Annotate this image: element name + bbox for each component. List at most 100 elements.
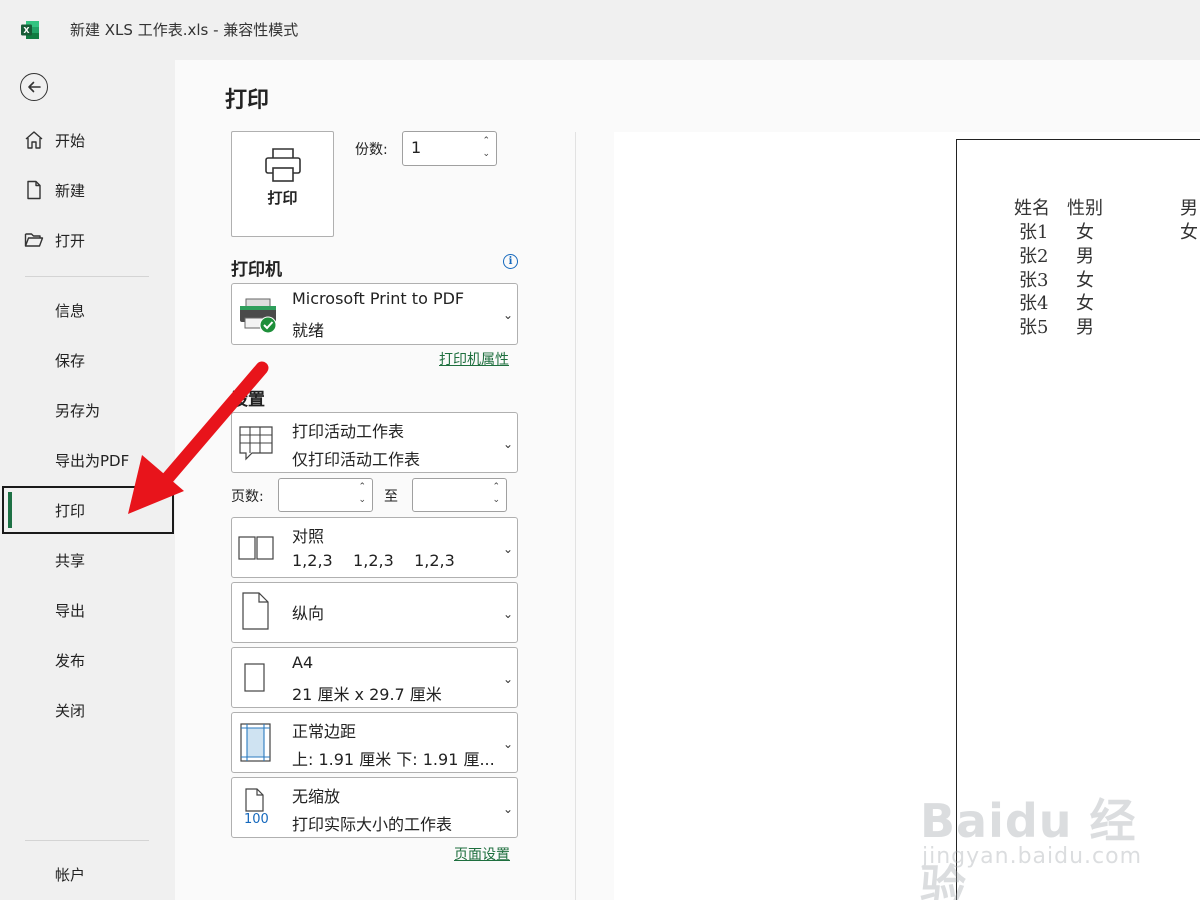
back-arrow-icon — [28, 81, 41, 93]
open-folder-icon — [24, 233, 44, 247]
copies-value: 1 — [411, 138, 422, 157]
nav-divider — [25, 840, 149, 841]
portrait-page-icon — [242, 592, 269, 630]
nav-item-share[interactable]: 共享 — [0, 540, 175, 580]
collate-icon — [238, 536, 274, 560]
nav-item-new[interactable]: 新建 — [0, 170, 175, 210]
printer-icon — [265, 148, 301, 182]
sheet-grid-icon — [239, 426, 273, 461]
excel-logo-icon: X — [21, 21, 39, 39]
paper-size-title: A4 — [292, 653, 314, 672]
margins-title: 正常边距 — [292, 722, 357, 741]
spin-up-icon[interactable]: ⌃ — [492, 483, 500, 492]
print-what-title: 打印活动工作表 — [292, 422, 405, 441]
home-icon — [25, 131, 43, 149]
nav-label: 帐户 — [55, 865, 86, 884]
printer-properties-link[interactable]: 打印机属性 — [439, 349, 509, 369]
print-what-subtitle: 仅打印活动工作表 — [292, 450, 421, 469]
nav-item-account[interactable]: 帐户 — [0, 854, 175, 894]
page-setup-link[interactable]: 页面设置 — [454, 844, 510, 864]
orientation-dropdown[interactable]: 纵向 ⌄ — [231, 582, 518, 643]
baidu-watermark: Baidu 经验 jingyan.baidu.com — [918, 770, 1148, 900]
preview-header-gender: 性别 — [1067, 198, 1103, 219]
window-title: 新建 XLS 工作表.xls - 兼容性模式 — [70, 21, 299, 39]
margins-subtitle: 上: 1.91 厘米 下: 1.91 厘... — [292, 750, 495, 769]
nav-label: 打印 — [55, 501, 86, 520]
margins-icon — [240, 723, 271, 762]
nav-item-save[interactable]: 保存 — [0, 340, 175, 380]
nav-label: 共享 — [55, 551, 86, 570]
print-button[interactable]: 打印 — [231, 131, 334, 237]
nav-label: 另存为 — [55, 401, 101, 420]
nav-label: 打开 — [55, 231, 86, 250]
chevron-down-icon: ⌄ — [502, 672, 513, 686]
nav-label: 开始 — [55, 131, 86, 150]
chevron-down-icon: ⌄ — [502, 308, 513, 322]
copies-label: 份数: — [355, 142, 388, 158]
nav-item-info[interactable]: 信息 — [0, 290, 175, 330]
pages-to-label: 至 — [384, 489, 398, 505]
new-file-icon — [27, 180, 41, 200]
chevron-down-icon: ⌄ — [502, 737, 513, 751]
spin-down-icon[interactable]: ⌄ — [358, 496, 366, 505]
nav-item-open[interactable]: 打开 — [0, 220, 175, 260]
printer-heading: 打印机 — [231, 260, 282, 280]
spin-down-icon[interactable]: ⌄ — [482, 150, 490, 159]
preview-cell-gender: 男 — [1076, 317, 1094, 338]
nav-label: 新建 — [55, 181, 86, 200]
nav-item-print[interactable]: 打印 — [2, 486, 174, 534]
watermark-brand: Baidu 经验 — [920, 794, 1137, 900]
nav-label: 关闭 — [55, 701, 86, 720]
spin-up-icon[interactable]: ⌃ — [482, 137, 490, 146]
scaling-subtitle: 打印实际大小的工作表 — [292, 815, 453, 834]
preview-cell-name: 张2 — [1019, 246, 1049, 267]
backstage-nav: 开始 新建 打开 信息 保存 另存为 导出为PDF 打印 共享 导出 发布 关闭… — [0, 60, 175, 900]
nav-item-home[interactable]: 开始 — [0, 120, 175, 160]
nav-label: 导出为PDF — [55, 451, 130, 470]
preview-cell-gender: 女 — [1076, 293, 1094, 314]
pages-to-input[interactable]: ⌃ ⌄ — [412, 478, 507, 512]
copies-stepper[interactable]: 1 ⌃ ⌄ — [402, 131, 497, 166]
preview-cell-name: 张5 — [1019, 317, 1049, 338]
scaling-dropdown[interactable]: 100 无缩放 打印实际大小的工作表 ⌄ — [231, 777, 518, 838]
preview-side-cell: 男 — [1180, 198, 1198, 219]
print-button-label: 打印 — [267, 189, 298, 207]
preview-side-cell: 女 — [1180, 222, 1198, 243]
chevron-down-icon: ⌄ — [502, 542, 513, 556]
chevron-down-icon: ⌄ — [502, 607, 513, 621]
settings-heading: 设置 — [231, 390, 265, 410]
preview-cell-gender: 男 — [1076, 246, 1094, 267]
spin-down-icon[interactable]: ⌄ — [492, 496, 500, 505]
nav-item-close[interactable]: 关闭 — [0, 690, 175, 730]
print-what-dropdown[interactable]: 打印活动工作表 仅打印活动工作表 ⌄ — [231, 412, 518, 473]
paper-size-dropdown[interactable]: A4 21 厘米 x 29.7 厘米 ⌄ — [231, 647, 518, 708]
nav-divider — [25, 276, 149, 277]
nav-item-save-as[interactable]: 另存为 — [0, 390, 175, 430]
nav-label: 发布 — [55, 651, 86, 670]
nav-item-export[interactable]: 导出 — [0, 590, 175, 630]
pages-from-input[interactable]: ⌃ ⌄ — [278, 478, 373, 512]
chevron-down-icon: ⌄ — [502, 802, 513, 816]
preview-cell-name: 张1 — [1019, 222, 1049, 243]
preview-cell-name: 张4 — [1019, 293, 1049, 314]
preview-cell-gender: 女 — [1076, 222, 1094, 243]
printer-ready-icon — [240, 298, 277, 334]
back-button[interactable] — [20, 73, 48, 101]
nav-label: 信息 — [55, 301, 86, 320]
nav-item-export-pdf[interactable]: 导出为PDF — [0, 440, 175, 480]
margins-dropdown[interactable]: 正常边距 上: 1.91 厘米 下: 1.91 厘... ⌄ — [231, 712, 518, 773]
svg-text:X: X — [23, 26, 30, 35]
panel-divider — [575, 132, 576, 900]
nav-item-publish[interactable]: 发布 — [0, 640, 175, 680]
collate-title: 对照 — [292, 527, 325, 546]
chevron-down-icon: ⌄ — [502, 437, 513, 451]
watermark-url: jingyan.baidu.com — [922, 844, 1143, 869]
info-icon[interactable]: i — [503, 254, 518, 269]
paper-size-icon — [244, 663, 265, 692]
spin-up-icon[interactable]: ⌃ — [358, 483, 366, 492]
title-bar: X 新建 XLS 工作表.xls - 兼容性模式 — [0, 0, 1200, 60]
pages-label: 页数: — [231, 489, 264, 505]
printer-dropdown[interactable]: Microsoft Print to PDF 就绪 ⌄ — [231, 283, 518, 345]
collate-dropdown[interactable]: 对照 1,2,3 1,2,3 1,2,3 ⌄ — [231, 517, 518, 578]
nav-label: 保存 — [55, 351, 86, 370]
